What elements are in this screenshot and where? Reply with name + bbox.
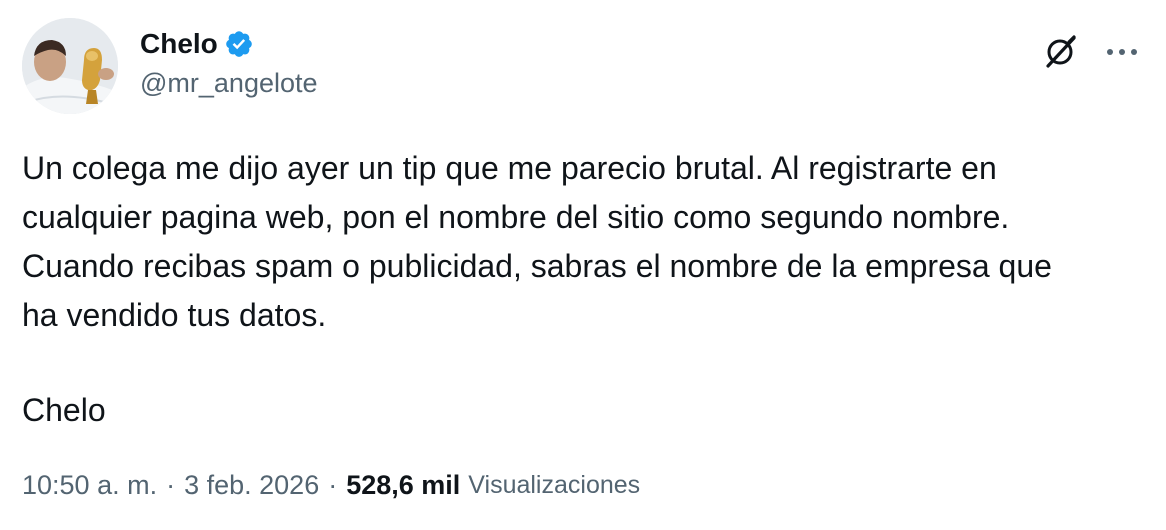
tweet-time[interactable]: 10:50 a. m. [22, 470, 157, 501]
tweet-signature: Chelo [22, 392, 106, 428]
tweet-actions [1040, 32, 1142, 72]
author-names: Chelo @mr_angelote [140, 26, 318, 99]
meta-separator: · [166, 470, 176, 500]
more-options-icon [1107, 49, 1137, 55]
display-name-row: Chelo [140, 26, 318, 62]
author-handle[interactable]: @mr_angelote [140, 68, 318, 99]
tweet-date[interactable]: 3 feb. 2026 [184, 470, 319, 501]
grok-icon [1046, 35, 1076, 68]
views-count[interactable]: 528,6 mil [346, 470, 460, 501]
tweet-card: Chelo @mr_angelote Un colega me dijo aye… [0, 0, 1166, 530]
avatar[interactable] [22, 18, 118, 114]
display-name[interactable]: Chelo [140, 28, 218, 60]
tweet-header: Chelo @mr_angelote [22, 18, 1142, 118]
grok-button[interactable] [1040, 32, 1080, 72]
tweet-text: Un colega me dijo ayer un tip que me par… [22, 150, 1052, 333]
more-options-button[interactable] [1102, 32, 1142, 72]
tweet-meta: 10:50 a. m. · 3 feb. 2026 · 528,6 mil Vi… [22, 470, 640, 501]
meta-separator: · [328, 470, 338, 500]
views-label: Visualizaciones [468, 471, 641, 499]
verified-badge-icon [224, 29, 254, 59]
avatar-photo [22, 18, 118, 114]
